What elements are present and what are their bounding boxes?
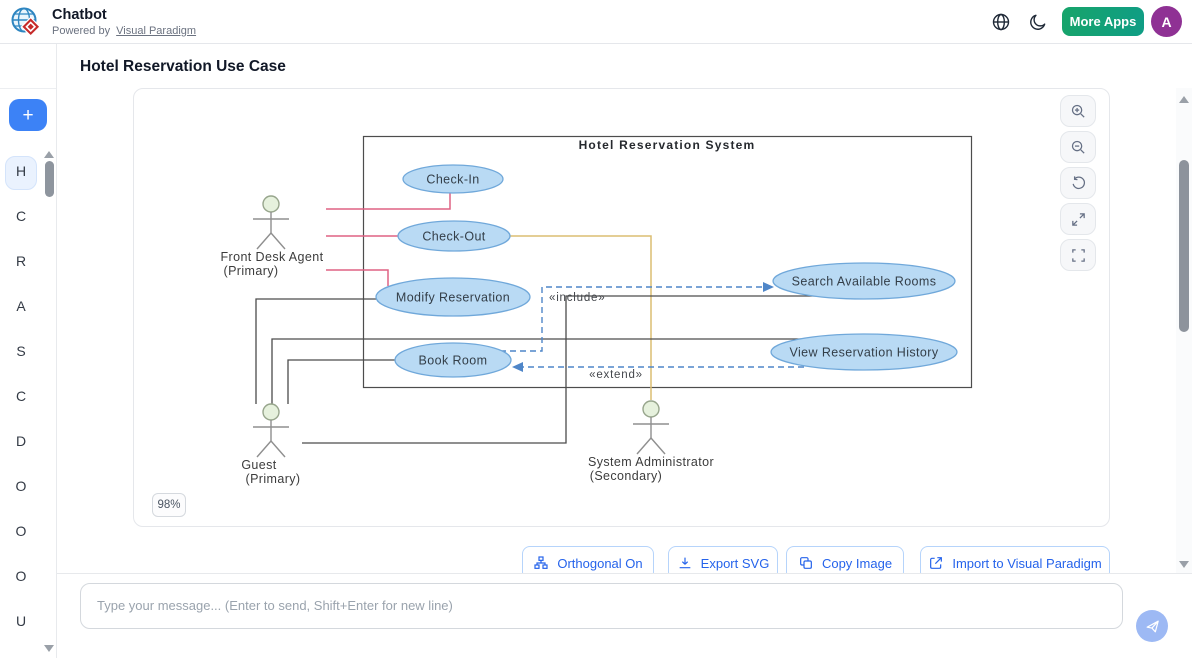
sidebar-item-2[interactable]: R [0, 253, 42, 273]
scroll-up-icon[interactable] [1179, 96, 1189, 103]
actor-front-desk-role: (Primary) [224, 264, 279, 278]
use-case-modify-reservation[interactable]: Modify Reservation [396, 291, 510, 305]
fullscreen-brackets-icon [1070, 247, 1087, 264]
sidebar-rail: + H C R A S C D O O O U [0, 44, 57, 658]
import-vp-label: Import to Visual Paradigm [952, 556, 1101, 571]
powered-by: Powered by Visual Paradigm [52, 25, 196, 37]
sidebar-item-9[interactable]: O [0, 568, 42, 588]
more-apps-button[interactable]: More Apps [1062, 7, 1144, 36]
system-boundary-title: Hotel Reservation System [579, 138, 756, 152]
sidebar-item-0[interactable]: H [0, 163, 42, 183]
sidebar-item-1[interactable]: C [0, 208, 42, 228]
scroll-down-icon[interactable] [1179, 561, 1189, 568]
reset-view-button[interactable] [1060, 167, 1096, 199]
actor-guest-name: Guest [241, 458, 276, 472]
zoom-in-button[interactable] [1060, 95, 1096, 127]
zoom-level-badge: 98% [152, 493, 186, 517]
send-plane-icon [1144, 618, 1161, 635]
expand-arrows-icon [1070, 211, 1087, 228]
extend-label: «extend» [589, 369, 643, 381]
use-case-search-rooms[interactable]: Search Available Rooms [792, 275, 937, 289]
actor-guest-role: (Primary) [246, 472, 301, 486]
page-title: Hotel Reservation Use Case [80, 58, 286, 76]
use-case-check-in[interactable]: Check-In [426, 173, 479, 187]
export-svg-label: Export SVG [701, 556, 770, 571]
new-chat-button[interactable]: + [9, 99, 47, 131]
app-title: Chatbot [52, 7, 107, 23]
sidebar-scroll-up-icon[interactable] [44, 151, 54, 158]
language-globe-icon[interactable] [991, 12, 1011, 32]
rail-divider [0, 88, 56, 89]
main-scrollbar-thumb[interactable] [1179, 160, 1189, 332]
sidebar-item-8[interactable]: O [0, 523, 42, 543]
sidebar-item-3[interactable]: A [0, 298, 42, 318]
copy-image-label: Copy Image [822, 556, 892, 571]
app-header: Chatbot Powered by Visual Paradigm More … [0, 0, 1192, 44]
orthogonal-label: Orthogonal On [557, 556, 642, 571]
use-case-diagram[interactable]: Hotel Reservation System [133, 88, 1110, 527]
download-icon [677, 555, 693, 571]
use-case-book-room[interactable]: Book Room [419, 354, 488, 368]
sidebar-item-6[interactable]: D [0, 433, 42, 453]
sidebar-item-10[interactable]: U [0, 613, 42, 633]
dark-mode-moon-icon[interactable] [1028, 12, 1048, 32]
actor-admin-role: (Secondary) [590, 469, 663, 483]
fit-to-screen-button[interactable] [1060, 203, 1096, 235]
sidebar-item-4[interactable]: S [0, 343, 42, 363]
sidebar-scroll-down-icon[interactable] [44, 645, 54, 652]
use-case-check-out[interactable]: Check-Out [422, 230, 485, 244]
actor-front-desk-name: Front Desk Agent [221, 250, 324, 264]
app-window: Chatbot Powered by Visual Paradigm More … [0, 0, 1192, 658]
zoom-out-button[interactable] [1060, 131, 1096, 163]
external-link-icon [928, 555, 944, 571]
app-logo [10, 6, 42, 38]
copy-icon [798, 555, 814, 571]
chat-message-input[interactable] [80, 583, 1123, 629]
sidebar-item-5[interactable]: C [0, 388, 42, 408]
org-chart-icon [533, 555, 549, 571]
use-case-view-history[interactable]: View Reservation History [789, 346, 938, 360]
include-label: «include» [549, 292, 605, 304]
fullscreen-button[interactable] [1060, 239, 1096, 271]
avatar[interactable]: A [1151, 6, 1182, 37]
reset-view-icon [1070, 175, 1087, 192]
send-message-button[interactable] [1136, 610, 1168, 642]
actor-admin-name: System Administrator [588, 455, 714, 469]
visual-paradigm-link[interactable]: Visual Paradigm [116, 25, 196, 37]
zoom-in-icon [1070, 103, 1087, 120]
sidebar-scrollbar-thumb[interactable] [45, 161, 54, 197]
sidebar-item-7[interactable]: O [0, 478, 42, 498]
zoom-out-icon [1070, 139, 1087, 156]
